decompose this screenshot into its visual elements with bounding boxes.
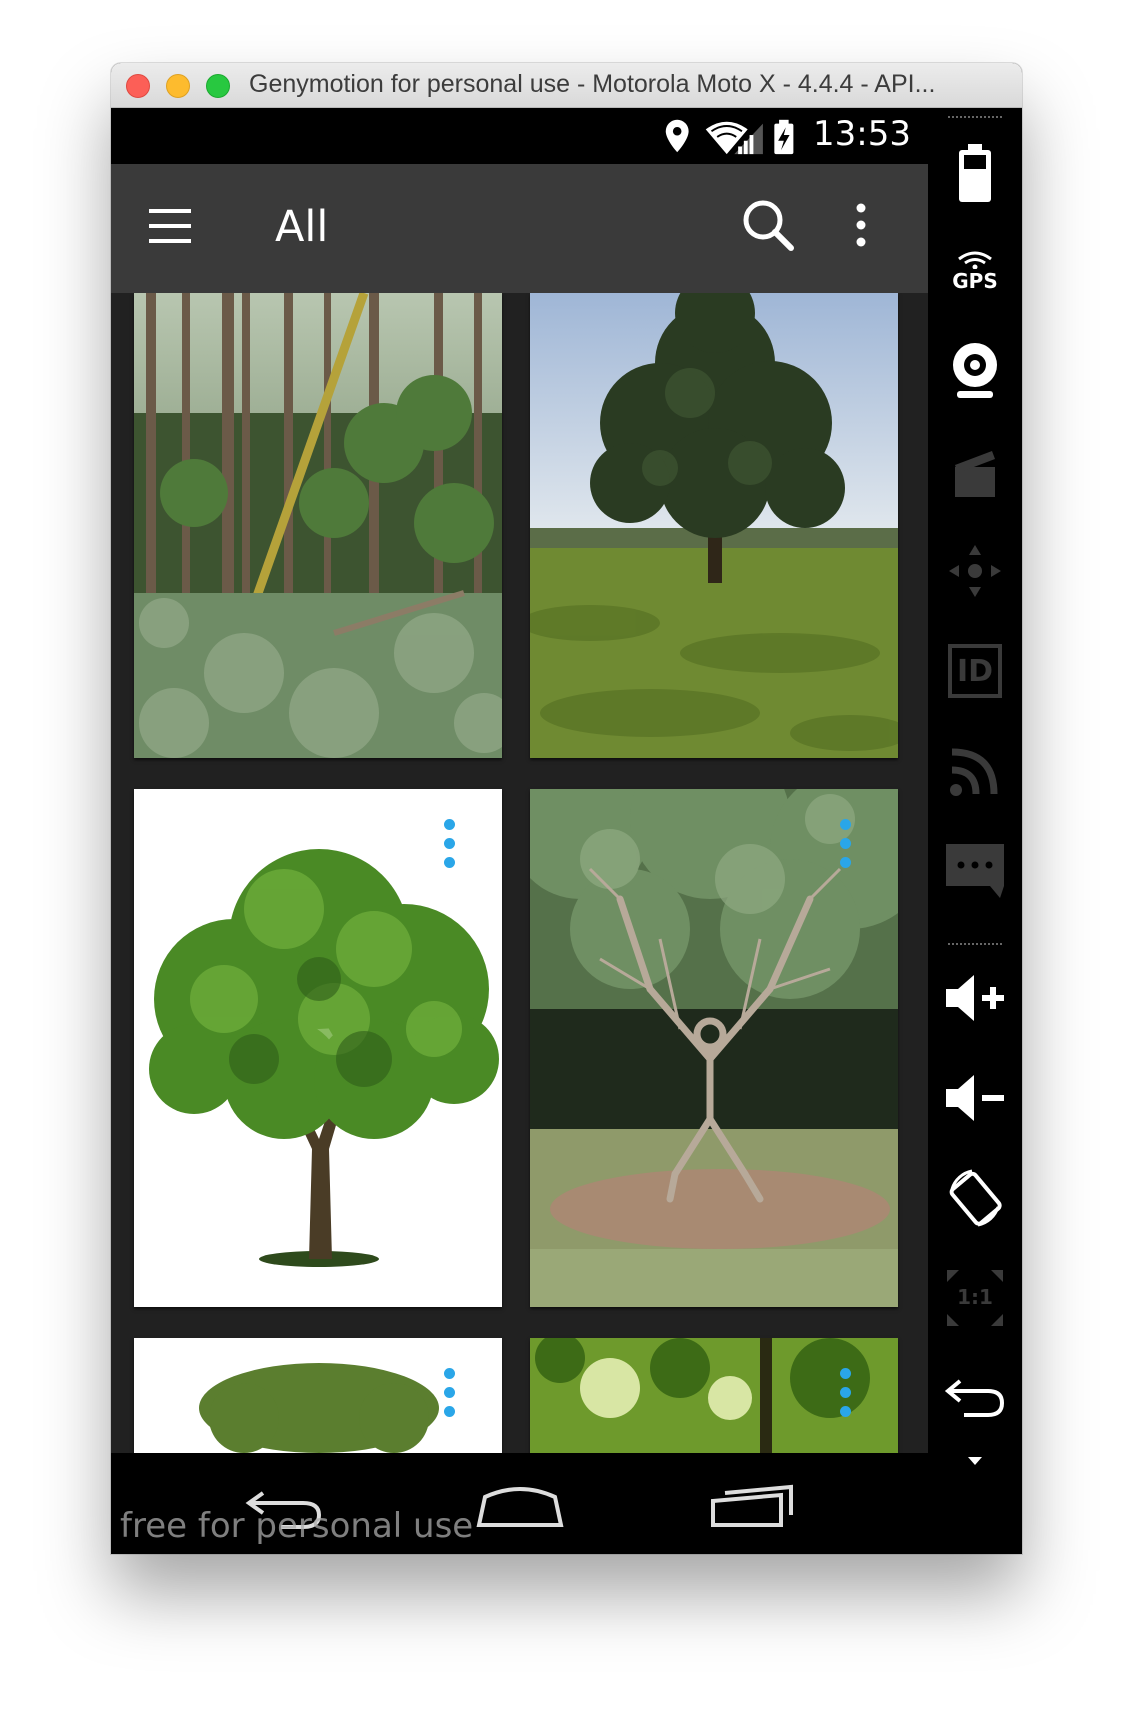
battery-widget-button[interactable] [928, 128, 1022, 218]
identifiers-widget-button[interactable]: ID [928, 626, 1022, 716]
id-label: ID [956, 653, 994, 689]
network-widget-button[interactable] [928, 726, 1022, 816]
message-icon [946, 844, 1004, 898]
menu-icon[interactable] [141, 197, 201, 257]
image-card[interactable] [134, 1338, 502, 1453]
home-nav-button[interactable] [475, 1481, 565, 1531]
volume-up-button[interactable] [928, 953, 1022, 1043]
dpad-icon [949, 545, 1001, 597]
image-card[interactable] [530, 293, 898, 758]
device-screen: 13:53 All free for personal use [111, 108, 928, 1554]
status-time: 13:53 [813, 114, 911, 154]
location-icon [665, 119, 689, 153]
status-bar: 13:53 [111, 108, 928, 164]
rss-signal-icon [950, 748, 998, 796]
pixel-perfect-button[interactable]: 1:1 [928, 1253, 1022, 1343]
image-card[interactable] [134, 789, 502, 1307]
more-tools-chevron-icon[interactable] [967, 1454, 983, 1466]
card-overflow-icon[interactable] [444, 1368, 456, 1424]
page-title: All [275, 202, 329, 252]
overflow-menu-icon[interactable] [841, 194, 881, 258]
app-toolbar: All [111, 164, 928, 293]
image-card[interactable] [530, 1338, 898, 1453]
volume-down-button[interactable] [928, 1053, 1022, 1143]
back-button[interactable] [928, 1353, 1022, 1443]
camera-widget-button[interactable] [928, 326, 1022, 416]
card-overflow-icon[interactable] [840, 1368, 852, 1424]
pixel-ratio-label: 1:1 [957, 1285, 993, 1309]
image-card[interactable] [530, 789, 898, 1307]
webcam-icon [953, 343, 997, 398]
rotate-icon [949, 1169, 1002, 1227]
minimize-window-button[interactable] [166, 74, 190, 98]
gps-label: GPS [952, 269, 998, 293]
card-overflow-icon[interactable] [444, 819, 456, 875]
emulator-side-toolbar: GPS ID 1:1 [928, 108, 1022, 1554]
gps-widget-button[interactable]: GPS [928, 226, 1022, 316]
screencast-widget-button[interactable] [928, 426, 1022, 516]
clapperboard-icon [955, 451, 995, 497]
window-title: Genymotion for personal use - Motorola M… [249, 70, 936, 98]
window-titlebar[interactable]: Genymotion for personal use - Motorola M… [111, 63, 1022, 108]
battery-icon [959, 144, 991, 202]
image-grid [111, 293, 928, 1453]
lone-tree-image [530, 293, 898, 758]
zoom-window-button[interactable] [206, 74, 230, 98]
phone-widget-button[interactable] [928, 826, 1022, 916]
close-window-button[interactable] [126, 74, 150, 98]
watermark-text: free for personal use [120, 1506, 474, 1546]
card-overflow-icon[interactable] [840, 819, 852, 875]
id-card-icon: ID [948, 644, 1002, 698]
expand-arrows-icon: 1:1 [945, 1268, 1005, 1328]
gps-signal-icon [958, 251, 992, 269]
remote-control-widget-button[interactable] [928, 526, 1022, 616]
battery-charging-icon [774, 119, 794, 155]
recent-apps-nav-button[interactable] [709, 1481, 799, 1531]
emulator-window: Genymotion for personal use - Motorola M… [111, 63, 1022, 1554]
rotate-screen-button[interactable] [928, 1153, 1022, 1243]
volume-up-icon [946, 975, 1004, 1021]
search-icon[interactable] [737, 194, 801, 258]
forest-image [134, 293, 502, 758]
back-arrow-icon [944, 1379, 1005, 1417]
image-card[interactable] [134, 293, 502, 758]
volume-down-icon [946, 1075, 1004, 1121]
